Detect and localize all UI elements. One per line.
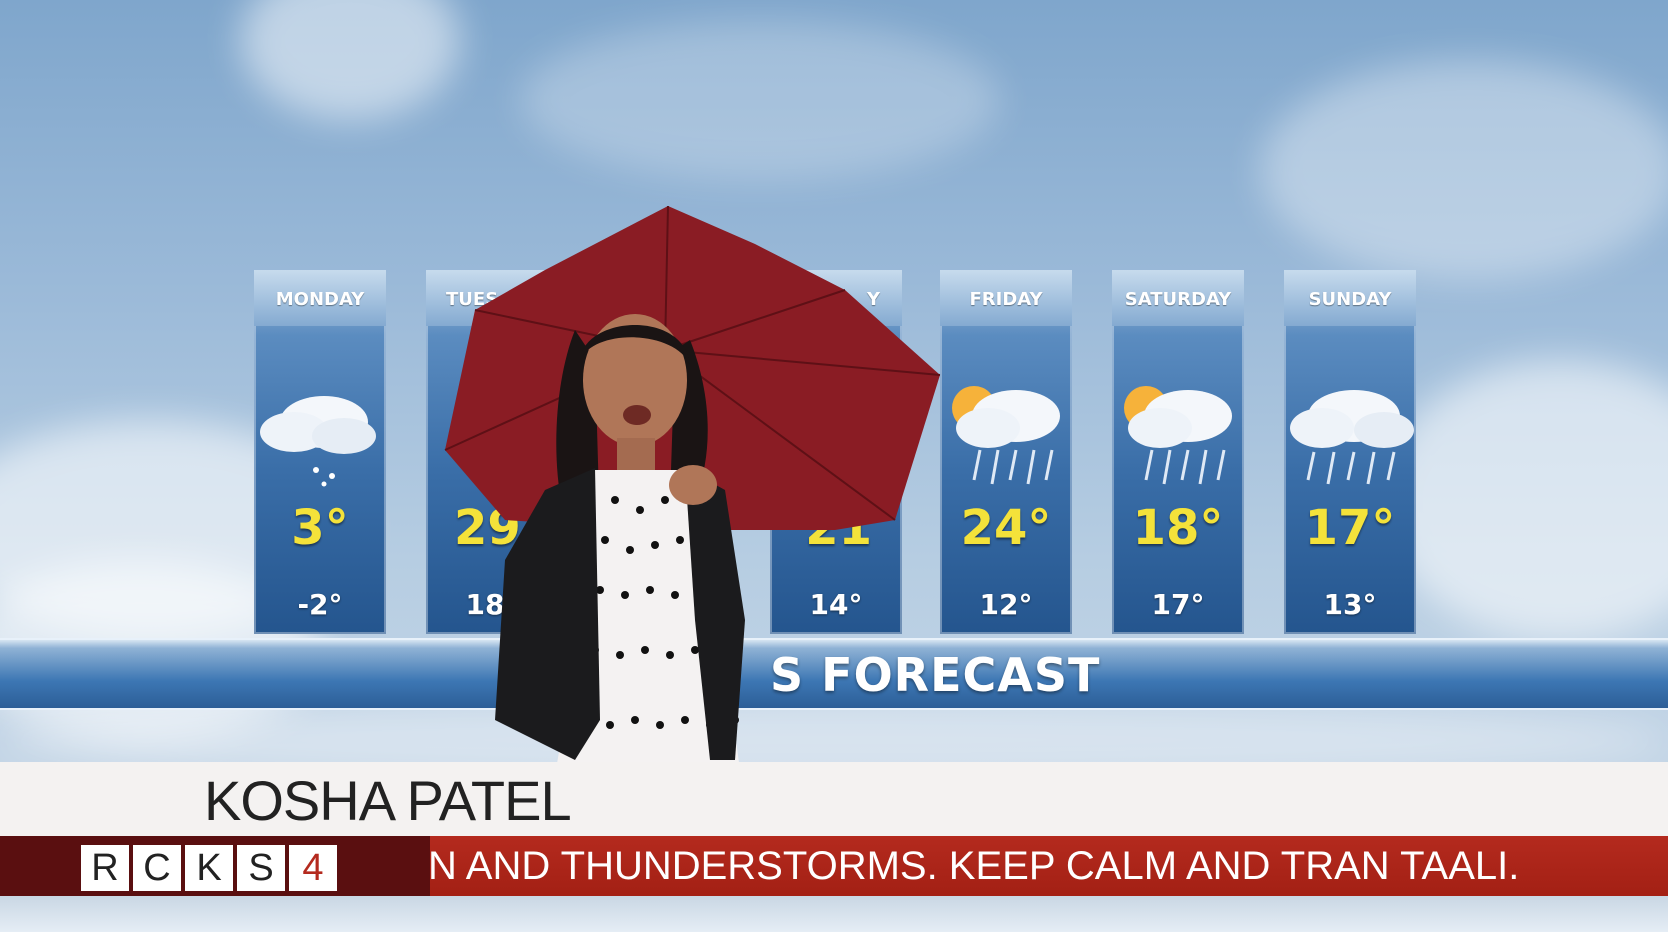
logo-letter: R xyxy=(80,844,130,892)
high-temp: 18° xyxy=(1132,500,1224,556)
high-temp: 3° xyxy=(291,500,349,556)
day-name: MONDAY xyxy=(254,270,386,326)
cloud-rain-icon xyxy=(1290,390,1414,485)
logo-letter: K xyxy=(184,844,234,892)
day-name: FRIDAY xyxy=(940,270,1072,326)
logo-letter: S xyxy=(236,844,286,892)
day-name: SATURDAY xyxy=(1112,270,1244,326)
sun-cloud-rain-icon xyxy=(1124,386,1232,485)
sun-cloud-rain-icon xyxy=(952,386,1060,485)
logo-letter: C xyxy=(132,844,182,892)
low-temp: 17° xyxy=(1151,588,1205,621)
high-temp: 24° xyxy=(960,500,1052,556)
presenter-name: KOSHA PATEL xyxy=(204,769,572,832)
day-name: SUNDAY xyxy=(1284,270,1416,326)
channel-logo: R C K S 4 xyxy=(80,844,340,892)
forecast-day-saturday: SATURDAY 18° 17° xyxy=(1112,270,1244,634)
forecast-day-monday: MONDAY 3° -2° xyxy=(254,270,386,634)
low-temp: 13° xyxy=(1323,588,1377,621)
bottom-sky-strip xyxy=(0,896,1668,932)
high-temp: 17° xyxy=(1304,500,1396,556)
logo-number: 4 xyxy=(288,844,338,892)
forecast-day-sunday: SUNDAY 17° 13° xyxy=(1284,270,1416,634)
low-temp: -2° xyxy=(297,588,343,621)
forecast-day-friday: FRIDAY 24° 12° xyxy=(940,270,1072,634)
low-temp: 12° xyxy=(979,588,1033,621)
cloud-snow-icon xyxy=(260,396,376,487)
ticker-text: N AND THUNDERSTORMS. KEEP CALM AND TRAN … xyxy=(428,844,1520,888)
